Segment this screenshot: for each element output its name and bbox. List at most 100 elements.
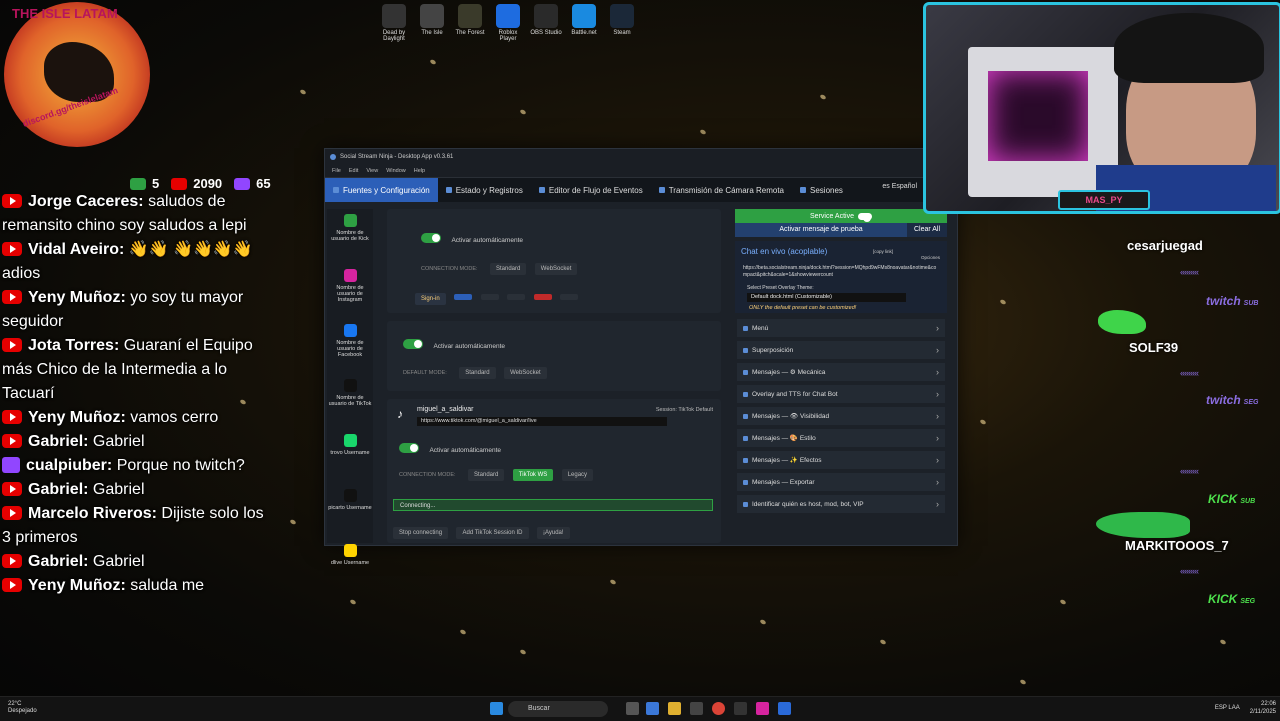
ig-default-label: DEFAULT MODE: [403, 370, 447, 376]
menu-item[interactable]: View [366, 168, 378, 174]
desktop-shortcut[interactable]: Steam [606, 4, 638, 42]
start-icon[interactable] [490, 702, 503, 715]
settings-accordion[interactable]: Superposición [737, 341, 945, 359]
desktop-shortcut-label: OBS Studio [530, 30, 562, 36]
chat-message: Jorge Caceres: saludos de remansito chin… [2, 190, 267, 238]
desktop-shortcut[interactable]: Dead by Daylight [378, 4, 410, 42]
chat-message: cualpiuber: Porque no twitch? [2, 454, 267, 478]
help-button[interactable]: ¡Ayuda! [536, 527, 570, 539]
sidebar-source-label: trovo Username [330, 450, 370, 456]
tiktok-url-field[interactable]: https://www.tiktok.com/@miguel_a_saldiva… [417, 417, 667, 426]
settings-accordion[interactable]: Identificar quién es host, mod, bot, VIP [737, 495, 945, 513]
source-icon [343, 434, 357, 447]
chrome-icon[interactable] [712, 702, 725, 715]
webcam-feed [923, 2, 1280, 214]
sidebar-source-item[interactable]: trovo Username [327, 429, 373, 484]
window-title: Social Stream Ninja - Desktop App v0.3.6… [340, 154, 454, 160]
tab-item[interactable]: Editor de Flujo de Eventos [531, 178, 651, 202]
menu-item[interactable]: File [332, 168, 341, 174]
settings-accordion[interactable]: Overlay and TTS for Chat Bot [737, 385, 945, 403]
stop-button[interactable] [533, 294, 552, 300]
sidebar-source-item[interactable]: picarto Username [327, 484, 373, 539]
dock-url[interactable]: https://beta.socialstream.ninja/dock.htm… [743, 265, 939, 279]
settings-accordion[interactable]: Mensajes — Exportar [737, 473, 945, 491]
settings-button[interactable] [559, 294, 578, 300]
settings-accordion[interactable]: Menú [737, 319, 945, 337]
tiktok-legacy-button[interactable]: Legacy [561, 469, 594, 481]
sidebar-source-item[interactable]: Nombre de usuario de Kick [327, 209, 373, 264]
service-toggle[interactable] [857, 212, 872, 222]
weather-widget[interactable]: 22°C Despejado [8, 701, 37, 715]
chat-overlay: Jorge Caceres: saludos de remansito chin… [2, 190, 267, 598]
system-tray[interactable]: ESP LAA 22:06 2/11/2025 [1215, 700, 1276, 716]
chat-dock-card: Chat en vivo (acoplable) [copy link] Opc… [735, 241, 947, 313]
desktop-shortcut[interactable]: Battle.net [568, 4, 600, 42]
chat-message: Marcelo Riveros: Dijiste solo los 3 prim… [2, 502, 267, 550]
tiktok-session-label: Session: TikTok Default [655, 407, 713, 413]
store-icon[interactable] [690, 702, 703, 715]
accordion-label: Mensajes — ⚙ Mecánica [752, 369, 826, 376]
tab-item[interactable]: Sesiones [792, 178, 851, 202]
desktop-shortcut[interactable]: OBS Studio [530, 4, 562, 42]
test-message-button[interactable]: Activar mensaje de prueba [735, 223, 907, 237]
language-select[interactable]: es Español [882, 183, 917, 190]
tiktok-ws-button[interactable]: TikTok WS [512, 469, 554, 481]
tab-item[interactable]: Estado y Registros [438, 178, 531, 202]
service-status[interactable]: Service Active [735, 209, 947, 223]
stop-connecting-button[interactable]: Stop connecting [393, 527, 449, 539]
chat-author: Yeny Muñoz: [28, 577, 126, 594]
ig-websocket-button[interactable]: WebSocket [504, 367, 547, 379]
kick-websocket-button[interactable]: WebSocket [534, 263, 578, 275]
language-indicator[interactable]: ESP LAA [1215, 704, 1240, 712]
kick-auto-toggle[interactable] [421, 232, 441, 243]
sidebar-source-item[interactable]: dlive Username [327, 539, 373, 594]
menu-item[interactable]: Edit [349, 168, 358, 174]
action-button-2[interactable] [480, 294, 499, 300]
tiktok-auto-toggle[interactable] [399, 442, 419, 453]
chat-message: Yeny Muñoz: yo soy tu mayor seguidor [2, 286, 267, 334]
tiktok-standard-button[interactable]: Standard [467, 469, 505, 481]
alert-user: SOLF39 [1129, 340, 1179, 355]
settings-accordion[interactable]: Mensajes — ✨ Efectos [737, 451, 945, 469]
task-view-icon[interactable] [626, 702, 639, 715]
search-box[interactable]: Buscar [508, 701, 608, 717]
tab-item[interactable]: Fuentes y Configuración [325, 178, 438, 202]
action-button-3[interactable] [507, 294, 526, 300]
preset-select[interactable]: Default dock.html (Customizable) [747, 293, 906, 302]
source-icon [343, 544, 357, 557]
options-link[interactable]: Opciones [921, 255, 940, 260]
desktop-shortcut[interactable]: The Isle [416, 4, 448, 42]
chat-message: Yeny Muñoz: vamos cerro [2, 406, 267, 430]
folder-icon[interactable] [668, 702, 681, 715]
sidebar-source-label: Nombre de usuario de Instagram [336, 285, 364, 303]
sign-in-button[interactable]: Sign-in [415, 293, 446, 305]
desktop-shortcut[interactable]: Roblox Player [492, 4, 524, 42]
settings-accordion[interactable]: Mensajes — ⚙ Mecánica [737, 363, 945, 381]
edge-icon[interactable] [646, 702, 659, 715]
dead-by-daylight-icon [382, 4, 406, 28]
desktop-shortcut[interactable]: The Forest [454, 4, 486, 42]
menu-item[interactable]: Help [414, 168, 425, 174]
menu-item[interactable]: Window [386, 168, 406, 174]
sidebar-source-item[interactable]: Nombre de usuario de Facebook [327, 319, 373, 374]
kick-connection-row: CONNECTION MODE: Standard WebSocket [421, 257, 581, 275]
tab-item[interactable]: Transmisión de Cámara Remota [651, 178, 792, 202]
add-session-button[interactable]: Add TikTok Session ID [456, 527, 529, 539]
sidebar-source-item[interactable]: Nombre de usuario de Instagram [327, 264, 373, 319]
settings-accordion[interactable]: Mensajes — 👁 Visibilidad [737, 407, 945, 425]
copy-link[interactable]: [copy link] [873, 249, 893, 254]
kick-standard-button[interactable]: Standard [489, 263, 527, 275]
clear-all-button[interactable]: Clear All [907, 223, 947, 237]
ig-standard-button[interactable]: Standard [459, 367, 496, 379]
app-window[interactable]: Social Stream Ninja - Desktop App v0.3.6… [324, 148, 958, 566]
social-stream-icon[interactable] [778, 702, 791, 715]
sidebar-source-item[interactable]: Nombre de usuario de TikTok [327, 374, 373, 429]
app-icon [330, 154, 336, 160]
action-button-1[interactable] [454, 294, 473, 300]
tiktok-live-icon[interactable] [756, 702, 769, 715]
settings-accordion[interactable]: Mensajes — 🎨 Estilo [737, 429, 945, 447]
obs-icon[interactable] [734, 702, 747, 715]
ig-auto-toggle[interactable] [403, 338, 423, 349]
tab-label: Editor de Flujo de Eventos [548, 185, 643, 195]
youtube-icon [2, 434, 22, 448]
